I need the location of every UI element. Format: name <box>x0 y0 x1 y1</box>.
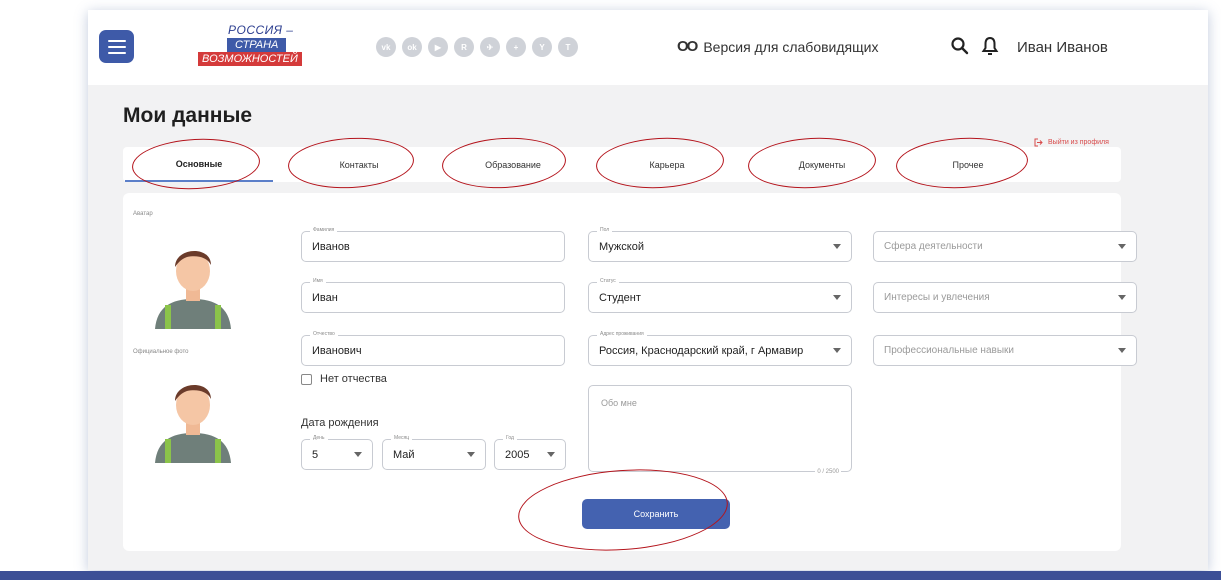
day-label: День <box>310 435 328 441</box>
gender-label: Пол <box>597 227 613 233</box>
year-label: Год <box>503 435 517 441</box>
logout-icon <box>1034 138 1043 147</box>
chevron-down-icon <box>1118 295 1126 300</box>
surname-value: Иванов <box>312 240 350 253</box>
logo-line3: ВОЗМОЖНОСТЕЙ <box>198 52 302 66</box>
no-patronymic-label: Нет отчества <box>320 373 387 385</box>
about-placeholder: Обо мне <box>601 398 637 408</box>
gender-value: Мужской <box>599 240 644 253</box>
official-photo-image[interactable] <box>151 367 235 463</box>
vk-icon[interactable]: vk <box>376 37 396 57</box>
app-window: РОССИЯ – СТРАНА ВОЗМОЖНОСТЕЙ vk ok ▶ R ✈ + Y T … <box>88 10 1208 570</box>
user-name[interactable]: Иван Иванов <box>1017 39 1108 56</box>
low-vision-label: Версия для слабовидящих <box>703 38 879 55</box>
plus-icon[interactable]: + <box>506 37 526 57</box>
month-label: Месяц <box>391 435 413 441</box>
chevron-down-icon <box>1118 348 1126 353</box>
avatar-label: Аватар <box>133 211 153 217</box>
patronymic-field[interactable]: Отчество Иванович <box>301 331 565 366</box>
youtube-icon[interactable]: ▶ <box>428 37 448 57</box>
address-select[interactable]: Адрес проживания Россия, Краснодарский к… <box>588 331 852 366</box>
search-icon[interactable] <box>950 36 970 56</box>
top-bar: РОССИЯ – СТРАНА ВОЗМОЖНОСТЕЙ vk ok ▶ R ✈ + Y T … <box>88 10 1208 85</box>
surname-label: Фамилия <box>310 227 338 233</box>
profile-form-card: Аватар Официальное фото Фамилия Иванов И… <box>123 193 1137 551</box>
social-links: vk ok ▶ R ✈ + Y T <box>376 37 578 57</box>
skills-select[interactable]: Профессиональные навыки <box>873 335 1137 366</box>
odnoklassniki-icon[interactable]: ok <box>402 37 422 57</box>
chevron-down-icon <box>1118 244 1126 249</box>
no-patronymic-row[interactable]: Нет отчества <box>301 373 387 385</box>
rutube-icon[interactable]: R <box>454 37 474 57</box>
day-value: 5 <box>312 448 319 461</box>
sphere-select[interactable]: Сфера деятельности <box>873 231 1137 262</box>
logo-line2: СТРАНА <box>227 38 287 52</box>
year-value: 2005 <box>505 448 530 461</box>
hamburger-icon-line <box>107 51 126 54</box>
name-label: Имя <box>310 278 326 284</box>
name-value: Иван <box>312 291 338 304</box>
menu-button[interactable] <box>99 30 134 63</box>
logo-line1: РОССИЯ – <box>228 23 294 37</box>
bottom-bar <box>0 571 1221 580</box>
hamburger-icon-line <box>107 45 126 48</box>
status-select[interactable]: Статус Студент <box>588 278 852 313</box>
tab-documents[interactable]: Документы <box>759 147 885 182</box>
address-label: Адрес проживания <box>597 331 647 337</box>
dob-label: Дата рождения <box>301 417 379 429</box>
month-value: Май <box>393 448 415 461</box>
month-select[interactable]: Месяц Май <box>382 435 486 470</box>
save-button[interactable]: Сохранить <box>582 499 730 529</box>
sphere-placeholder: Сфера деятельности <box>884 241 983 252</box>
page-title: Мои данные <box>123 104 253 127</box>
about-textarea[interactable]: Обо мне 0 / 2500 <box>588 385 852 475</box>
tiktok-icon[interactable]: T <box>558 37 578 57</box>
chevron-down-icon <box>467 452 475 457</box>
year-select[interactable]: Год 2005 <box>494 435 566 470</box>
official-photo-label: Официальное фото <box>133 349 189 355</box>
logout-label: Выйти из профиля <box>1048 139 1109 146</box>
avatar-image[interactable] <box>151 233 235 329</box>
chevron-down-icon <box>354 452 362 457</box>
name-field[interactable]: Имя Иван <box>301 278 565 313</box>
tab-education[interactable]: Образование <box>453 147 573 182</box>
chevron-down-icon <box>833 244 841 249</box>
yandex-icon[interactable]: Y <box>532 37 552 57</box>
profile-tabs: Основные Контакты Образование Карьера До… <box>123 147 1121 182</box>
skills-placeholder: Профессиональные навыки <box>884 345 1014 356</box>
chevron-down-icon <box>833 348 841 353</box>
address-value: Россия, Краснодарский край, г Армавир <box>599 344 804 357</box>
tab-other[interactable]: Прочее <box>903 147 1033 182</box>
hamburger-icon <box>107 39 126 42</box>
day-select[interactable]: День 5 <box>301 435 373 470</box>
patronymic-label: Отчество <box>310 331 338 337</box>
gender-select[interactable]: Пол Мужской <box>588 227 852 262</box>
low-vision-toggle[interactable]: OO Версия для слабовидящих <box>677 38 878 55</box>
no-patronymic-checkbox[interactable] <box>301 373 312 385</box>
telegram-icon[interactable]: ✈ <box>480 37 500 57</box>
patronymic-value: Иванович <box>312 344 362 357</box>
interests-select[interactable]: Интересы и увлечения <box>873 282 1137 313</box>
tab-main[interactable]: Основные <box>125 147 273 182</box>
tab-contacts[interactable]: Контакты <box>299 147 419 182</box>
status-value: Студент <box>599 291 641 304</box>
chevron-down-icon <box>547 452 555 457</box>
interests-placeholder: Интересы и увлечения <box>884 292 990 303</box>
site-logo[interactable]: РОССИЯ – СТРАНА ВОЗМОЖНОСТЕЙ <box>196 23 316 71</box>
bell-icon[interactable] <box>981 36 999 56</box>
chevron-down-icon <box>833 295 841 300</box>
about-char-counter: 0 / 2500 <box>815 469 841 475</box>
tab-career[interactable]: Карьера <box>605 147 729 182</box>
status-label: Статус <box>597 278 619 284</box>
glasses-icon: OO <box>677 38 698 55</box>
surname-field[interactable]: Фамилия Иванов <box>301 227 565 262</box>
